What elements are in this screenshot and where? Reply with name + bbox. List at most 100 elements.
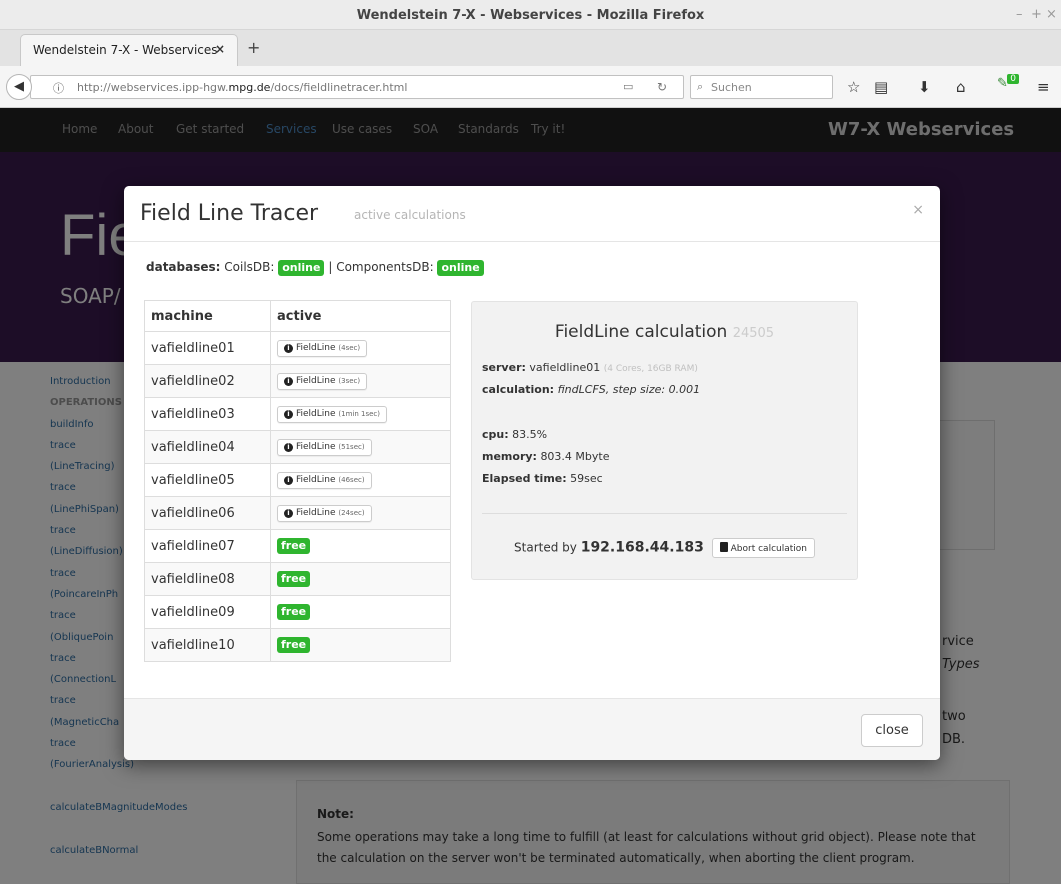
abort-calculation-button[interactable]: Abort calculation: [711, 538, 815, 558]
free-badge: free: [277, 637, 311, 653]
job-label: FieldLine: [296, 442, 336, 452]
table-row: vafieldline09 free: [144, 595, 451, 629]
window-titlebar: Wendelstein 7-X - Webservices - Mozilla …: [0, 0, 1061, 30]
modal-subtitle: active calculations: [354, 208, 466, 222]
job-button[interactable]: i FieldLine (1min 1sec): [277, 406, 388, 423]
memory-line: memory: 803.4 Mbyte: [482, 450, 610, 463]
search-icon: ⌕: [697, 80, 704, 93]
table-row: vafieldline10 free: [144, 628, 451, 662]
databases-label: databases:: [146, 260, 221, 274]
window-close-button[interactable]: ×: [1046, 7, 1057, 22]
back-arrow-icon: ◀: [14, 79, 24, 94]
info-icon: i: [284, 476, 293, 485]
machine-name: vafieldline01: [144, 331, 271, 365]
active-cell: free: [270, 595, 451, 629]
column-header-active: active: [270, 300, 451, 332]
calculation-line: calculation: findLCFS, step size: 0.001: [482, 383, 701, 396]
job-duration: (51sec): [338, 443, 365, 451]
url-text: http://webservices.ipp-hgw.mpg.de/docs/f…: [77, 81, 408, 94]
info-icon: i: [284, 443, 293, 452]
job-button[interactable]: i FieldLine (3sec): [277, 373, 368, 390]
machine-name: vafieldline06: [144, 496, 271, 530]
close-icon[interactable]: ×: [912, 202, 924, 218]
job-button[interactable]: i FieldLine (51sec): [277, 439, 372, 456]
column-header-machine: machine: [144, 300, 271, 332]
free-badge: free: [277, 571, 311, 587]
machine-name: vafieldline07: [144, 529, 271, 563]
machine-name: vafieldline09: [144, 595, 271, 629]
job-duration: (1min 1sec): [338, 410, 381, 418]
table-row: vafieldline07 free: [144, 529, 451, 563]
reload-icon[interactable]: ↻: [657, 80, 667, 94]
new-tab-button[interactable]: +: [247, 38, 260, 57]
machine-name: vafieldline10: [144, 628, 271, 662]
field-line-tracer-modal: Field Line Tracer active calculations × …: [124, 186, 940, 760]
minimize-button[interactable]: –: [1016, 7, 1023, 22]
machine-name: vafieldline04: [144, 430, 271, 464]
table-row: vafieldline03 i FieldLine (1min 1sec): [144, 397, 451, 431]
free-badge: free: [277, 538, 311, 554]
maximize-button[interactable]: +: [1031, 7, 1042, 22]
active-cell: free: [270, 628, 451, 662]
trash-icon: [719, 542, 728, 552]
coilsdb-status-badge: online: [278, 260, 325, 276]
table-row: vafieldline02 i FieldLine (3sec): [144, 364, 451, 398]
machines-table: machine active vafieldline01 i FieldLine (…: [144, 300, 451, 662]
close-button[interactable]: close: [861, 714, 923, 747]
job-duration: (46sec): [338, 476, 365, 484]
database-status: databases: CoilsDB: online | ComponentsD…: [146, 260, 484, 276]
machine-name: vafieldline05: [144, 463, 271, 497]
reader-view-icon[interactable]: ▭: [623, 80, 633, 93]
calculation-title: FieldLine calculation 24505: [554, 322, 775, 342]
job-duration: (3sec): [338, 377, 361, 385]
modal-header: Field Line Tracer active calculations ×: [124, 186, 940, 242]
job-button[interactable]: i FieldLine (46sec): [277, 472, 372, 489]
url-bar[interactable]: ⓘ http://webservices.ipp-hgw.mpg.de/docs…: [30, 75, 684, 99]
job-button[interactable]: i FieldLine (4sec): [277, 340, 368, 357]
active-cell: i FieldLine (3sec): [270, 364, 451, 398]
back-button[interactable]: ◀: [6, 74, 32, 100]
browser-tab[interactable]: Wendelstein 7-X - Webservices ×: [20, 34, 238, 66]
job-button[interactable]: i FieldLine (24sec): [277, 505, 372, 522]
client-ip: 192.168.44.183: [580, 539, 704, 556]
tab-close-icon[interactable]: ×: [215, 42, 225, 56]
bookmarks-library-icon[interactable]: ▤: [874, 78, 888, 96]
active-cell: i FieldLine (1min 1sec): [270, 397, 451, 431]
machine-name: vafieldline02: [144, 364, 271, 398]
server-line: server: vafieldline01 (4 Cores, 16GB RAM…: [482, 361, 698, 374]
active-cell: free: [270, 529, 451, 563]
site-info-icon[interactable]: ⓘ: [53, 80, 64, 96]
componentsdb-status-badge: online: [437, 260, 484, 276]
table-row: vafieldline08 free: [144, 562, 451, 596]
machine-name: vafieldline03: [144, 397, 271, 431]
downloads-icon[interactable]: ⬇: [918, 78, 931, 96]
table-row: vafieldline06 i FieldLine (24sec): [144, 496, 451, 530]
table-row: vafieldline05 i FieldLine (46sec): [144, 463, 451, 497]
job-duration: (4sec): [338, 344, 361, 352]
elapsed-time-line: Elapsed time: 59sec: [482, 472, 603, 485]
window-title: Wendelstein 7-X - Webservices - Mozilla …: [356, 8, 705, 23]
bookmark-star-icon[interactable]: ☆: [847, 78, 860, 96]
menu-icon[interactable]: ≡: [1037, 78, 1050, 96]
info-icon: i: [284, 410, 293, 419]
info-icon: i: [284, 377, 293, 386]
active-cell: free: [270, 562, 451, 596]
calculation-details-panel: FieldLine calculation 24505 server: vafi…: [471, 301, 858, 580]
home-icon[interactable]: ⌂: [956, 78, 966, 96]
job-label: FieldLine: [296, 508, 336, 518]
cpu-line: cpu: 83.5%: [482, 428, 548, 441]
search-bar[interactable]: ⌕ Suchen: [690, 75, 833, 99]
free-badge: free: [277, 604, 311, 620]
active-cell: i FieldLine (4sec): [270, 331, 451, 365]
active-cell: i FieldLine (46sec): [270, 463, 451, 497]
coilsdb-label: CoilsDB:: [224, 260, 275, 274]
modal-footer: close: [124, 698, 940, 760]
active-cell: i FieldLine (24sec): [270, 496, 451, 530]
job-label: FieldLine: [296, 343, 336, 353]
table-row: vafieldline04 i FieldLine (51sec): [144, 430, 451, 464]
modal-title: Field Line Tracer: [140, 201, 319, 226]
addon-icon[interactable]: ✎ 0: [997, 74, 1019, 94]
info-icon: i: [284, 509, 293, 518]
componentsdb-label: ComponentsDB:: [336, 260, 434, 274]
job-label: FieldLine: [296, 409, 336, 419]
